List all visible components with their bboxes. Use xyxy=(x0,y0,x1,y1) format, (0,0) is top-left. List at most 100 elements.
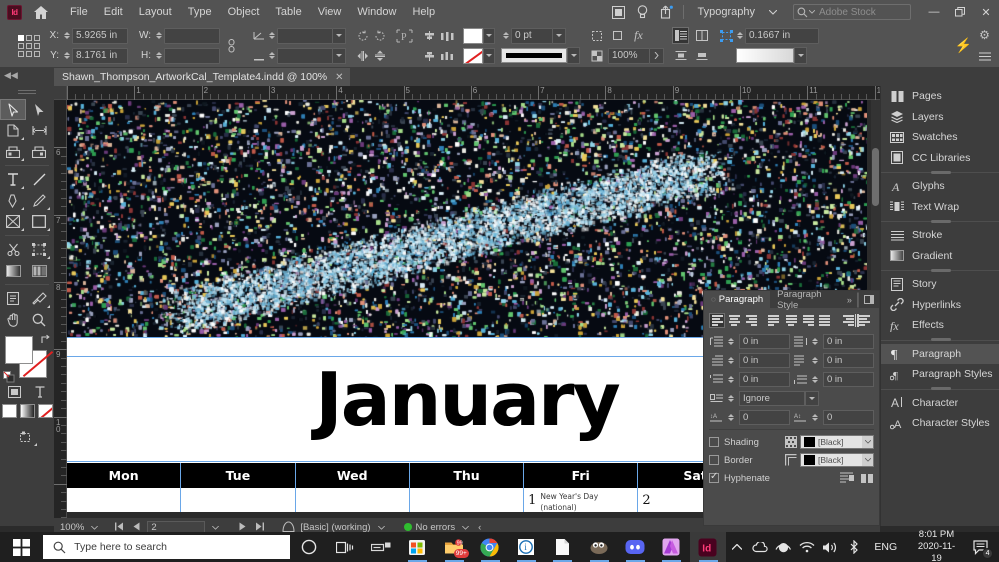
last-line-indent-input[interactable]: 0 in xyxy=(823,353,874,368)
vertical-bottom-icon[interactable] xyxy=(693,47,710,64)
volume-icon[interactable] xyxy=(820,532,841,562)
start-button[interactable] xyxy=(0,532,43,562)
x-stepper[interactable] xyxy=(62,29,71,43)
zoom-tool[interactable] xyxy=(26,309,52,330)
wifi-icon[interactable] xyxy=(796,532,817,562)
y-input[interactable]: 8.1761 in xyxy=(72,47,128,64)
border-color-combo[interactable]: [Black] xyxy=(800,453,874,467)
fill-chevron-down-icon[interactable] xyxy=(483,27,495,44)
adobe-stock-search[interactable]: Adobe Stock xyxy=(793,4,911,20)
gradient-swatch-tool[interactable] xyxy=(0,260,26,281)
panel-grabber[interactable] xyxy=(16,90,38,96)
constrain-proportions-toggle[interactable] xyxy=(223,35,239,57)
menu-object[interactable]: Object xyxy=(220,0,268,24)
right-indent-stepper[interactable] xyxy=(810,335,819,349)
w-input[interactable] xyxy=(164,27,220,44)
menu-type[interactable]: Type xyxy=(180,0,220,24)
gradient-feather-tool[interactable] xyxy=(26,260,52,281)
calendar-day-cell[interactable] xyxy=(181,488,296,512)
dock-item-character-styles[interactable]: A Character Styles xyxy=(881,413,999,434)
space-before-stepper[interactable] xyxy=(726,373,735,387)
direct-selection-tool[interactable] xyxy=(26,99,52,120)
chevron-down-icon[interactable] xyxy=(862,454,873,466)
clock[interactable]: 8:01 PM 2020-11-19 xyxy=(907,529,966,562)
search-input[interactable]: Type here to search xyxy=(43,535,291,559)
document-icon[interactable] xyxy=(544,532,580,562)
vertical-center-icon[interactable] xyxy=(672,47,689,64)
stroke-swatch-none[interactable] xyxy=(463,47,483,64)
last-line-indent-stepper[interactable] xyxy=(810,354,819,368)
content-placer-tool[interactable] xyxy=(26,141,52,162)
fill-swatch[interactable] xyxy=(463,27,483,44)
drop-cap-mode-input[interactable]: Ignore xyxy=(739,391,805,406)
preflight-profile[interactable]: [Basic] (working) xyxy=(300,522,370,533)
task-view-icon[interactable] xyxy=(327,532,363,562)
internet-explorer-icon[interactable]: i xyxy=(508,532,544,562)
page-tool[interactable] xyxy=(0,120,26,141)
chevron-down-icon[interactable] xyxy=(333,27,346,44)
frame-tool[interactable] xyxy=(0,211,26,232)
align-right-button[interactable] xyxy=(743,313,759,328)
opacity-chevron-icon[interactable] xyxy=(650,47,664,64)
text-frame-options-icon[interactable] xyxy=(672,27,689,44)
tab-paragraph-styles[interactable]: Paragraph Style xyxy=(770,289,847,311)
free-transform-tool[interactable] xyxy=(26,239,52,260)
cortana-icon[interactable] xyxy=(290,532,326,562)
screen-mode-tool[interactable] xyxy=(15,426,39,447)
error-chevron-down-icon[interactable] xyxy=(459,522,472,532)
chevron-down-icon[interactable] xyxy=(567,47,580,64)
hyphenate-checkbox-group[interactable]: Hyphenate xyxy=(709,471,770,484)
opacity-input[interactable]: 100% xyxy=(608,47,650,64)
x-input[interactable]: 5.9265 in xyxy=(72,27,128,44)
notification-center-icon[interactable]: 4 xyxy=(968,532,995,562)
hand-tool[interactable] xyxy=(0,309,26,330)
scale-x-stepper[interactable] xyxy=(267,29,276,43)
scrollbar-thumb[interactable] xyxy=(872,148,879,206)
chevron-down-icon[interactable] xyxy=(862,436,873,448)
fill-swatch-large[interactable] xyxy=(5,336,33,364)
language-indicator[interactable]: ENG xyxy=(866,541,905,553)
close-icon[interactable]: ✕ xyxy=(335,72,343,83)
horizontal-ruler[interactable]: 123456789101112 xyxy=(67,86,880,100)
justify-left-button[interactable] xyxy=(766,313,782,328)
pencil-tool[interactable] xyxy=(26,190,52,211)
file-explorer-icon[interactable]: 99 99+ xyxy=(436,532,472,562)
maximize-button[interactable] xyxy=(947,0,973,24)
fx-icon[interactable]: fx xyxy=(630,27,647,44)
shading-checkbox[interactable] xyxy=(709,437,719,447)
formatting-affects-container-icon[interactable] xyxy=(5,384,23,399)
content-collector-tool[interactable] xyxy=(0,141,26,162)
align-center-button[interactable] xyxy=(726,313,742,328)
help-bulb-icon[interactable] xyxy=(631,0,655,24)
dock-item-paragraph-styles[interactable]: ¶ Paragraph Styles xyxy=(881,364,999,385)
corner-options-icon[interactable] xyxy=(588,27,605,44)
overflow-tabs-icon[interactable]: » xyxy=(847,295,852,305)
scale-x-combo[interactable] xyxy=(277,27,346,44)
preflight-chevron-down-icon[interactable] xyxy=(375,522,388,532)
close-button[interactable]: ✕ xyxy=(973,0,999,24)
workspace-chevron-down-icon[interactable] xyxy=(761,0,785,24)
zoom-level[interactable]: 100% xyxy=(60,522,84,533)
drop-cap-chars-input[interactable]: 0 xyxy=(823,410,874,425)
align-left-button[interactable] xyxy=(709,313,725,328)
workspace-label[interactable]: Typography xyxy=(688,6,761,18)
space-after-stepper[interactable] xyxy=(810,373,819,387)
justify-center-button[interactable] xyxy=(783,313,799,328)
stroke-style-preview[interactable] xyxy=(501,48,567,63)
battery-icon[interactable] xyxy=(773,532,794,562)
page-chevron-down-icon[interactable] xyxy=(209,522,222,532)
justification-icon[interactable] xyxy=(840,471,854,485)
gradient-chevron-down-icon[interactable] xyxy=(794,47,807,64)
dock-item-story[interactable]: Story xyxy=(881,274,999,295)
rectangle-tool[interactable] xyxy=(26,211,52,232)
dock-item-stroke[interactable]: Stroke xyxy=(881,225,999,246)
distribute-spacing-icon[interactable] xyxy=(438,47,455,64)
apply-none-swatch[interactable] xyxy=(37,404,53,418)
menu-help[interactable]: Help xyxy=(404,0,443,24)
note-tool[interactable] xyxy=(0,288,26,309)
tab-paragraph[interactable]: ◌ Paragraph xyxy=(704,291,771,308)
screen-mode-icon[interactable] xyxy=(607,0,631,24)
scissors-tool[interactable] xyxy=(0,239,26,260)
drop-cap-stepper[interactable] xyxy=(726,392,735,406)
align-top-icon[interactable] xyxy=(421,27,438,44)
